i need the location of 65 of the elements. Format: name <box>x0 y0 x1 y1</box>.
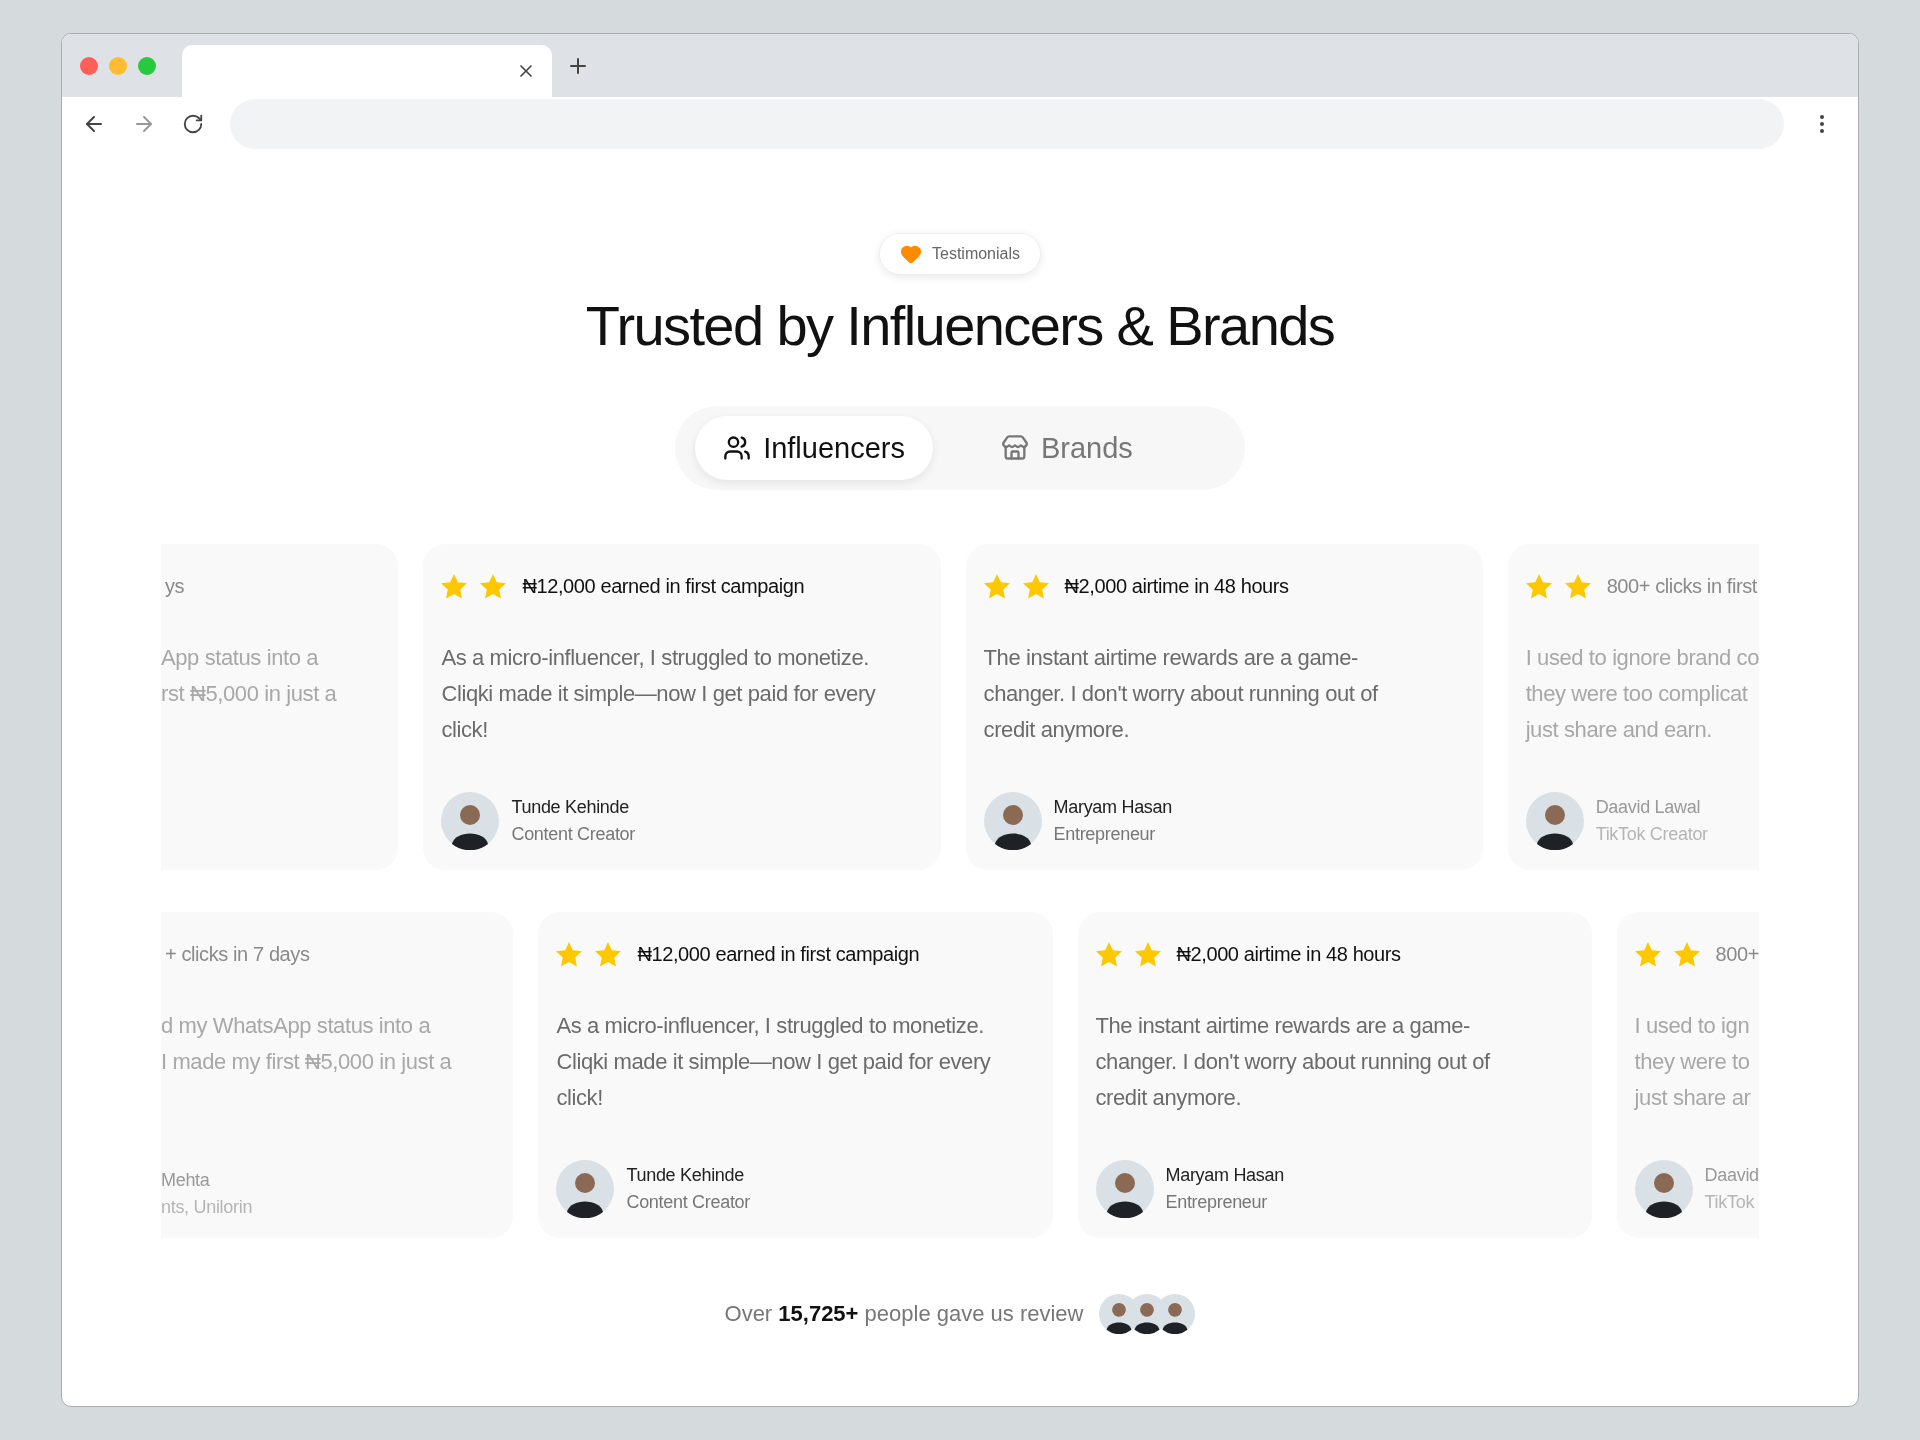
reload-icon[interactable] <box>182 113 204 135</box>
avatar-icon <box>556 1160 615 1218</box>
badge-label: Testimonials <box>932 245 1020 263</box>
author-name: Daavid <box>1704 1165 1759 1186</box>
heart-icon <box>900 243 922 265</box>
testimonial-text: As a micro-influencer, I struggled to monetize. Cliqki made it simple—now I get paid for every click! <box>556 1012 992 1112</box>
testimonial-text: I made my first ₦5,000 in just a <box>161 1048 452 1076</box>
star-icon <box>1525 573 1552 599</box>
star-icon <box>1095 941 1122 967</box>
author-name: Tunde Kehinde <box>511 797 630 818</box>
testimonial-text: d my WhatsApp status into a <box>161 1012 432 1040</box>
author-name: Daavid Lawal <box>1595 797 1702 818</box>
testimonial-text: App status into a <box>161 644 320 672</box>
star-icon <box>595 941 622 967</box>
star-icon <box>1564 573 1591 599</box>
star-icon <box>1673 941 1700 967</box>
author-name: Maryam Hasan <box>1165 1165 1284 1186</box>
star-icon <box>556 941 583 967</box>
avatar-icon <box>1634 1160 1693 1218</box>
result-headline: ₦2,000 airtime in 48 hours <box>1064 574 1289 598</box>
category-tab[interactable]: Influencers <box>695 416 933 480</box>
author-name: Mehta <box>161 1170 211 1191</box>
testimonial-text: just share ar <box>1634 1084 1752 1112</box>
author-name: Maryam Hasan <box>1053 797 1172 818</box>
star-icon <box>480 573 507 599</box>
result-headline: ₦2,000 airtime in 48 hours <box>1176 942 1401 966</box>
avatar-icon <box>1095 1160 1154 1218</box>
star-icon <box>1634 941 1661 967</box>
author-role: Content Creator <box>511 824 635 845</box>
avatar-icon <box>1525 792 1584 850</box>
result-headline: ₦12,000 earned in first campaign <box>637 942 920 966</box>
testimonial-text: The instant airtime rewards are a game-changer. I don't worry about running out of credit anymore. <box>983 644 1379 744</box>
author-role: TikTok <box>1704 1192 1756 1213</box>
author-name: Tunde Kehinde <box>626 1165 745 1186</box>
avatar-icon <box>983 792 1042 850</box>
star-icon <box>1022 573 1049 599</box>
section-title: Trusted by Influencers & Brands <box>585 293 1335 358</box>
testimonial-text: The instant airtime rewards are a game-changer. I don't worry about running out of credit anymore. <box>1095 1012 1491 1112</box>
star-icon <box>983 573 1010 599</box>
testimonial-text: just share and earn. <box>1525 716 1714 744</box>
testimonial-text: they were too complicat <box>1525 680 1749 708</box>
result-headline: 800+ <box>1715 942 1759 966</box>
close-window-icon[interactable] <box>80 56 98 75</box>
testimonial-text: I used to ign <box>1634 1012 1751 1040</box>
review-count-text: Over 15,725+ people gave us review <box>724 1301 1084 1327</box>
author-role: nts, Unilorin <box>161 1197 253 1218</box>
result-headline: + clicks in 7 days <box>165 942 310 966</box>
result-headline: ₦12,000 earned in first campaign <box>522 574 805 598</box>
star-icon <box>1134 941 1161 967</box>
maximize-window-icon[interactable] <box>138 56 156 75</box>
category-tab[interactable]: Brands <box>973 416 1161 480</box>
author-role: Entrepreneur <box>1165 1192 1268 1213</box>
store-icon <box>1001 434 1029 462</box>
testimonial-text: As a micro-influencer, I struggled to monetize. Cliqki made it simple—now I get paid for every click! <box>441 644 877 744</box>
users-icon <box>723 434 752 462</box>
testimonial-text: they were to <box>1634 1048 1751 1076</box>
star-icon <box>441 573 468 599</box>
author-role: Entrepreneur <box>1053 824 1156 845</box>
result-headline: 800+ clicks in first <box>1606 574 1757 598</box>
result-headline: ys <box>165 574 185 598</box>
author-role: TikTok Creator <box>1595 824 1708 845</box>
testimonial-text: rst ₦5,000 in just a <box>161 680 337 708</box>
avatar-icon <box>441 792 500 850</box>
author-role: Content Creator <box>626 1192 750 1213</box>
testimonial-text: I used to ignore brand co <box>1525 644 1759 672</box>
